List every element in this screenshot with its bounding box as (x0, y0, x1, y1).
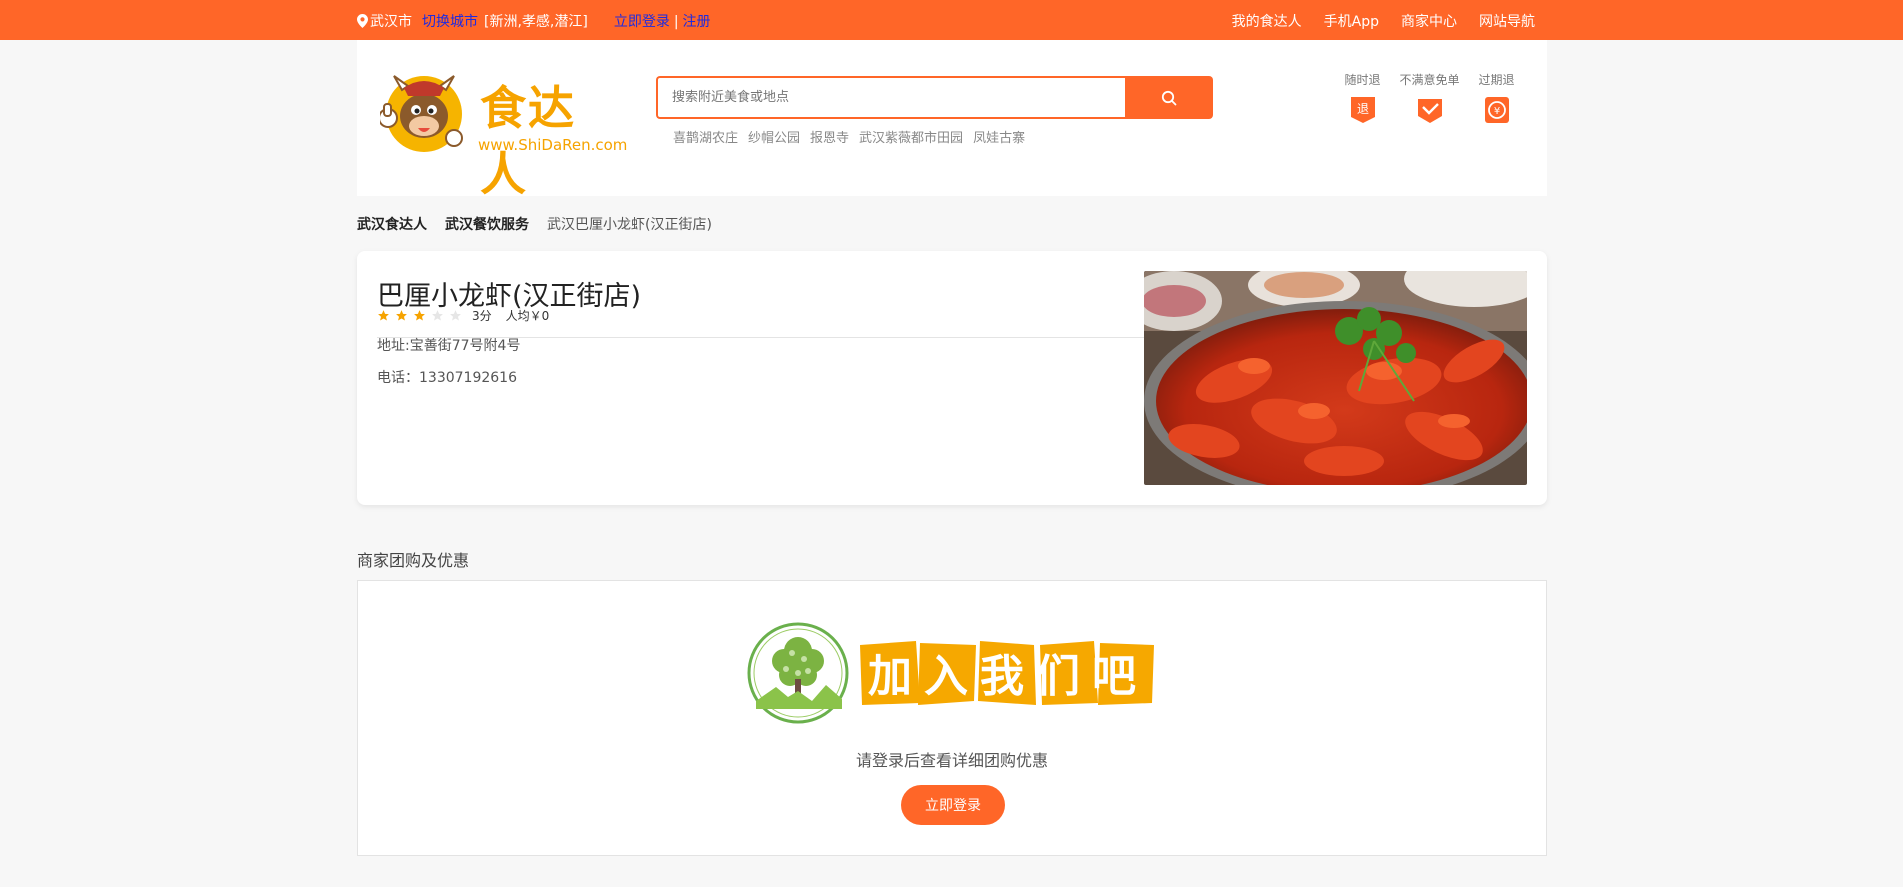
shop-info-card: 巴厘小龙虾(汉正街店) 3分 人均￥0 地址:宝善街77号附4号 电话：1330… (357, 251, 1547, 505)
switch-city-link[interactable]: 切换城市 (422, 11, 478, 31)
average-price: 人均￥0 (505, 309, 550, 323)
promise-free-if-unsatisfied: 不满意免单 (1396, 71, 1463, 124)
breadcrumb: 武汉食达人 武汉餐饮服务 武汉巴厘小龙虾(汉正街店) (357, 214, 712, 234)
promise-label: 过期退 (1478, 73, 1515, 87)
rating-score: 3分 (472, 309, 492, 323)
search-button[interactable] (1125, 76, 1213, 119)
shop-address: 地址:宝善街77号附4号 (377, 338, 521, 354)
deals-panel: 加入我们吧 请登录后查看详细团购优惠 立即登录 (357, 580, 1547, 856)
join-us-banner: 加入我们吧 (746, 621, 1156, 725)
star-filled-icon (378, 310, 389, 321)
top-nav: 我的食达人 手机App 商家中心 网站导航 (1232, 11, 1535, 31)
top-register-link[interactable]: 注册 (683, 14, 711, 30)
breadcrumb-current: 武汉巴厘小龙虾(汉正街店) (547, 217, 712, 233)
shop-phone: 电话：13307192616 (377, 370, 517, 386)
top-nav-merchant-center[interactable]: 商家中心 (1401, 11, 1457, 31)
logo-url: www.ShiDaRen.com (478, 136, 628, 154)
refund-icon: 退 (1350, 97, 1375, 123)
hot-word[interactable]: 武汉紫薇都市田园 (859, 127, 963, 146)
star-filled-icon (414, 310, 425, 321)
svg-text:退: 退 (1356, 102, 1368, 116)
top-bar: 武汉市 切换城市 [新洲,孝感,潜江] 立即登录 | 注册 我的食达人 手机App … (0, 0, 1903, 40)
current-city: 武汉市 (370, 14, 412, 30)
top-bar-inner: 武汉市 切换城市 [新洲,孝感,潜江] 立即登录 | 注册 我的食达人 手机App … (357, 0, 1547, 40)
login-hint: 请登录后查看详细团购优惠 (855, 751, 1048, 770)
link-separator: | (673, 14, 679, 30)
yuan-icon: ¥ (1484, 97, 1509, 123)
join-us-text: 加入我们吧 (868, 651, 1148, 702)
site-logo[interactable]: 食达人 www.ShiDaRen.com (380, 66, 627, 201)
hot-word[interactable]: 凤娃古寨 (973, 127, 1025, 146)
hot-search-words: 喜鹊湖农庄 纱帽公园 报恩寺 武汉紫薇都市田园 凤娃古寨 (673, 127, 1025, 146)
deals-section-title: 商家团购及优惠 (357, 551, 470, 570)
top-nav-site-map[interactable]: 网站导航 (1479, 11, 1535, 31)
rating-row: 3分 人均￥0 (377, 307, 549, 324)
top-nav-mobile-app[interactable]: 手机App (1324, 11, 1379, 31)
star-empty-icon (450, 310, 461, 321)
login-register-links: 立即登录 | 注册 (614, 11, 711, 31)
login-now-button[interactable]: 立即登录 (901, 785, 1005, 825)
star-rating (377, 309, 462, 322)
hot-word[interactable]: 报恩寺 (810, 127, 849, 146)
check-icon (1417, 99, 1442, 123)
shop-photo (1144, 271, 1527, 485)
hot-word[interactable]: 喜鹊湖农庄 (673, 127, 738, 146)
promise-expired-refund: 过期退 ¥ (1463, 71, 1530, 124)
location-area: 武汉市 切换城市 [新洲,孝感,潜江] 立即登录 | 注册 (357, 11, 711, 31)
crayfish-dish-image (1144, 271, 1527, 485)
breadcrumb-home[interactable]: 武汉食达人 (357, 214, 427, 234)
hot-word[interactable]: 纱帽公园 (748, 127, 800, 146)
star-empty-icon (432, 310, 443, 321)
promise-label: 随时退 (1344, 73, 1381, 87)
search-icon (1161, 90, 1177, 105)
location-pin-icon (357, 14, 368, 28)
promise-anytime-refund: 随时退 退 (1329, 71, 1396, 124)
breadcrumb-category[interactable]: 武汉餐饮服务 (445, 214, 529, 234)
top-nav-my-account[interactable]: 我的食达人 (1232, 11, 1302, 31)
star-filled-icon (396, 310, 407, 321)
top-login-link[interactable]: 立即登录 (614, 14, 670, 30)
promise-label: 不满意免单 (1399, 73, 1460, 87)
header: 食达人 www.ShiDaRen.com 喜鹊湖农庄 纱帽公园 报恩寺 武汉紫薇… (357, 40, 1547, 201)
nearby-cities: [新洲,孝感,潜江] (484, 14, 588, 30)
service-promises: 随时退 退 不满意免单 过期退 ¥ (1329, 71, 1530, 124)
join-us-lettering: 加入我们吧 (860, 641, 1154, 705)
mascot-cow-icon (380, 75, 463, 152)
svg-text:¥: ¥ (1493, 106, 1499, 117)
search-input[interactable] (656, 76, 1125, 119)
